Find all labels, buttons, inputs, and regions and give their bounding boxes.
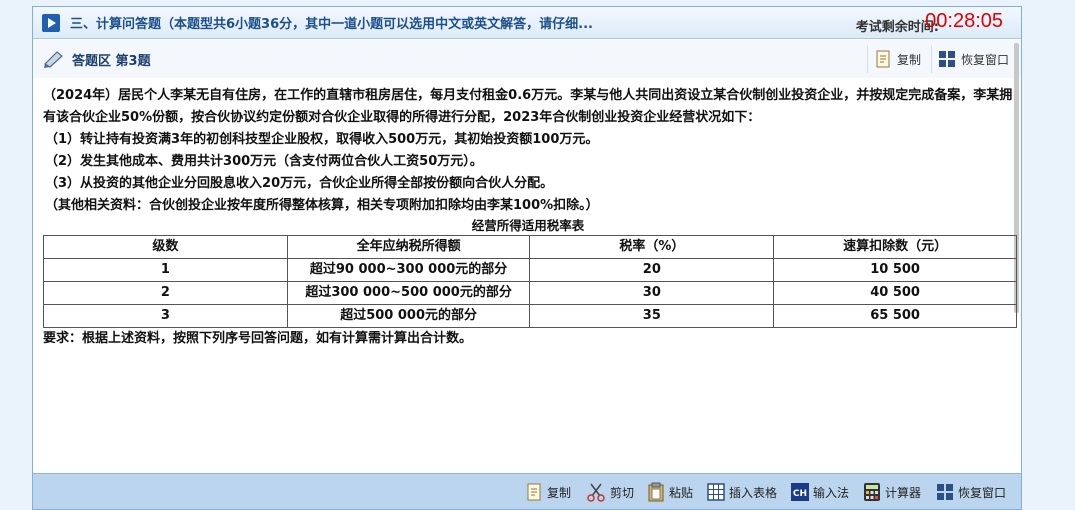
exam-window: 三、计算问答题（本题型共6小题36分，其中一道小题可以选用中文或英文解答，请仔细… [32, 6, 1022, 510]
question-note: （其他相关资料：合伙创投企业按年度所得整体核算，相关专项附加扣除均由李某100%… [45, 198, 599, 213]
restore-label-top: 恢复窗口 [960, 52, 1009, 67]
table-header-cell: 级数 [43, 235, 288, 259]
restore-window-button-top[interactable]: 恢复窗口 [930, 45, 1015, 73]
bottom-toolbar: 复制 剪切 粘贴 插入表格 CH 输入法 计算器 恢复窗口 [33, 473, 1021, 509]
insert-table-label: 插入表格 [729, 485, 778, 500]
table-header-cell: 全年应纳税所得额 [286, 235, 531, 259]
table-cell: 30 [529, 281, 775, 305]
question-item-3: （3）从投资的其他企业分回股息收入20万元，合伙企业所得全部按份额向合伙人分配。 [45, 176, 554, 191]
section-header: 三、计算问答题（本题型共6小题36分，其中一道小题可以选用中文或英文解答，请仔细… [33, 7, 1021, 39]
question-content: （2024年）居民个人李某无自有住房，在工作的直辖市租房居住，每月支付租金0.6… [43, 85, 1017, 350]
table-row: 2 超过300 000~500 000元的部分 30 40 500 [43, 281, 1017, 305]
table-cell: 40 500 [773, 281, 1017, 305]
table-cell: 超过300 000~500 000元的部分 [286, 281, 531, 305]
copy-button-top[interactable]: 复制 [866, 45, 927, 73]
table-cell: 65 500 [773, 304, 1017, 328]
section-title: 三、计算问答题（本题型共6小题36分，其中一道小题可以选用中文或英文解答，请仔细… [70, 17, 593, 32]
restore-window-icon [937, 484, 953, 500]
table-cell: 1 [43, 258, 288, 282]
table-icon [707, 483, 725, 501]
table-cell: 35 [529, 304, 775, 328]
pencil-icon [44, 51, 63, 68]
paste-button[interactable]: 粘贴 [647, 480, 693, 504]
answer-area-title: 答题区 第3题 [72, 53, 151, 69]
table-cell: 超过500 000元的部分 [286, 304, 531, 328]
copy-label-top: 复制 [896, 52, 921, 67]
table-cell: 超过90 000~300 000元的部分 [286, 258, 531, 282]
paste-label: 粘贴 [669, 485, 694, 500]
tax-rate-table: 级数 全年应纳税所得额 税率（%） 速算扣除数（元） 1 超过90 000~30… [43, 235, 1017, 328]
table-cell: 2 [43, 281, 288, 305]
question-intro: （2024年）居民个人李某无自有住房，在工作的直辖市租房居住，每月支付租金0.6… [43, 88, 1013, 125]
calculator-icon [864, 483, 880, 501]
table-row: 1 超过90 000~300 000元的部分 20 10 500 [43, 258, 1017, 282]
cut-button[interactable]: 剪切 [586, 480, 634, 504]
restore-window-icon [938, 51, 955, 67]
table-cell: 3 [43, 304, 288, 328]
question-item-1: （1）转让持有投资满3年的初创科技型企业股权，取得收入500万元，其初始投资额1… [45, 132, 599, 147]
table-header-row: 级数 全年应纳税所得额 税率（%） 速算扣除数（元） [43, 235, 1017, 259]
input-method-label: 输入法 [813, 485, 850, 500]
copy-icon [527, 483, 541, 501]
table-header-cell: 税率（%） [529, 235, 775, 259]
copy-icon [876, 50, 890, 68]
cut-label: 剪切 [610, 485, 635, 500]
restore-window-button[interactable]: 恢复窗口 [936, 480, 1006, 504]
calculator-label: 计算器 [885, 485, 922, 500]
restore-label: 恢复窗口 [958, 485, 1007, 500]
question-item-2: （2）发生其他成本、费用共计300万元（含支付两位合伙人工资50万元）。 [45, 154, 483, 169]
copy-button[interactable]: 复制 [525, 480, 571, 504]
scissors-icon [587, 483, 605, 502]
calculator-button[interactable]: 计算器 [863, 480, 921, 504]
insert-table-button[interactable]: 插入表格 [707, 480, 777, 504]
table-caption: 经营所得适用税率表 [471, 218, 585, 233]
play-icon[interactable] [42, 13, 60, 32]
table-cell: 20 [529, 258, 775, 282]
svg-text:CH: CH [793, 489, 807, 499]
countdown-timer: 00:28:05 [925, 10, 1003, 32]
table-header-cell: 速算扣除数（元） [773, 235, 1017, 259]
copy-label: 复制 [547, 485, 572, 500]
answer-area-header: 答题区 第3题 复制 恢复窗口 [33, 40, 1021, 78]
input-method-button[interactable]: CH 输入法 [791, 480, 849, 504]
table-row: 3 超过500 000元的部分 35 65 500 [43, 304, 1017, 328]
input-method-icon: CH [791, 483, 809, 501]
table-cell: 10 500 [773, 258, 1017, 282]
question-requirement: 要求：根据上述资料，按照下列序号回答问题，如有计算需计算出合计数。 [43, 331, 473, 346]
clipboard-icon [648, 482, 664, 502]
